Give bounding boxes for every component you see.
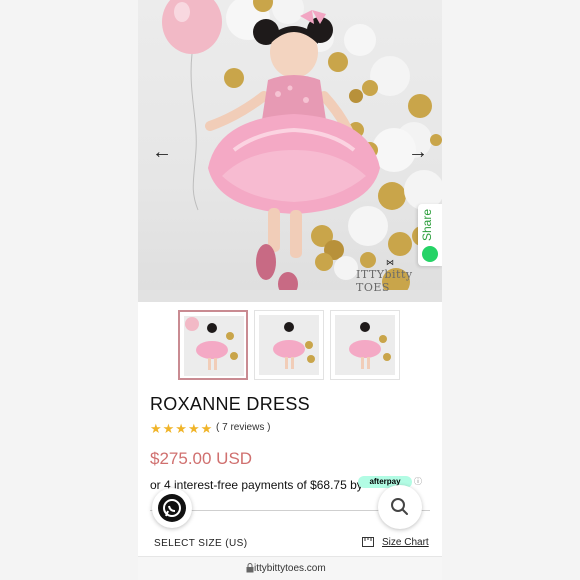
browser-url-bar[interactable]: ittybittytoes.com [138, 556, 442, 580]
previous-image-arrow[interactable]: ← [148, 140, 176, 164]
search-icon [391, 498, 408, 515]
product-hero-image: ← → Share ⋈ ITTYbitty TOES [138, 0, 442, 302]
whatsapp-icon [158, 494, 186, 522]
product-price: $275.00 USD [150, 449, 253, 468]
product-title: ROXANNE DRESS [150, 394, 310, 414]
hero-photo-illustration [138, 0, 442, 302]
watermark-text: ITTYbitty TOES [356, 268, 413, 294]
brand-watermark: ⋈ ITTYbitty TOES [356, 258, 442, 294]
next-image-arrow[interactable]: → [404, 140, 432, 164]
thumbnail-image [335, 315, 395, 375]
lock-icon [246, 563, 254, 575]
share-label: Share [420, 208, 434, 242]
thumbnail-1[interactable] [178, 310, 248, 380]
product-page: ← → Share ⋈ ITTYbitty TOES ROXANNE DRESS… [138, 0, 442, 580]
reviews-link[interactable]: ( 7 reviews ) [216, 422, 270, 433]
thumbnail-image [184, 316, 244, 376]
thumbnail-image [259, 315, 319, 375]
share-tab[interactable]: Share [418, 204, 442, 266]
whatsapp-chat-button[interactable] [152, 488, 192, 528]
rating-stars: ★★★★★ [150, 421, 214, 436]
select-size-label: SELECT SIZE (US) [154, 538, 248, 549]
whatsapp-icon [422, 246, 438, 262]
thumbnail-2[interactable] [254, 310, 324, 380]
thumbnail-3[interactable] [330, 310, 400, 380]
bow-icon: ⋈ [386, 258, 395, 267]
size-chart-link[interactable]: Size Chart [382, 537, 429, 548]
search-button[interactable] [378, 485, 422, 529]
url-text: ittybittytoes.com [254, 563, 326, 574]
ruler-icon [362, 537, 374, 547]
